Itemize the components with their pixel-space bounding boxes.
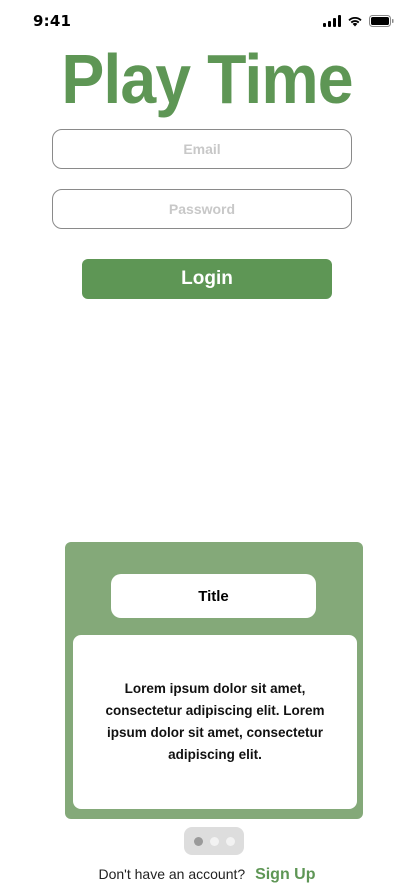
battery-icon: [369, 15, 394, 27]
app-title: Play Time: [61, 40, 353, 118]
card-body: Lorem ipsum dolor sit amet, consectetur …: [73, 635, 357, 809]
password-field[interactable]: [52, 189, 352, 229]
onboarding-card[interactable]: Title Lorem ipsum dolor sit amet, consec…: [65, 542, 363, 819]
wifi-icon: [347, 15, 363, 27]
page-dot-2[interactable]: [209, 836, 219, 846]
signup-row: Don't have an account? Sign Up: [0, 866, 414, 884]
page-dot-3[interactable]: [225, 836, 235, 846]
signup-prompt: Don't have an account?: [98, 866, 246, 882]
cellular-signal-icon: [323, 15, 341, 27]
login-button[interactable]: Login: [82, 259, 332, 299]
card-title: Title: [111, 574, 316, 618]
signup-link[interactable]: Sign Up: [255, 866, 315, 883]
page-indicator[interactable]: [184, 827, 244, 855]
email-field[interactable]: [52, 129, 352, 169]
status-icons: [323, 15, 394, 27]
status-time: 9:41: [33, 12, 72, 30]
page-dot-1[interactable]: [193, 836, 203, 846]
login-screen: 9:41 Play Time Email Login Title Lorem i…: [0, 0, 414, 896]
